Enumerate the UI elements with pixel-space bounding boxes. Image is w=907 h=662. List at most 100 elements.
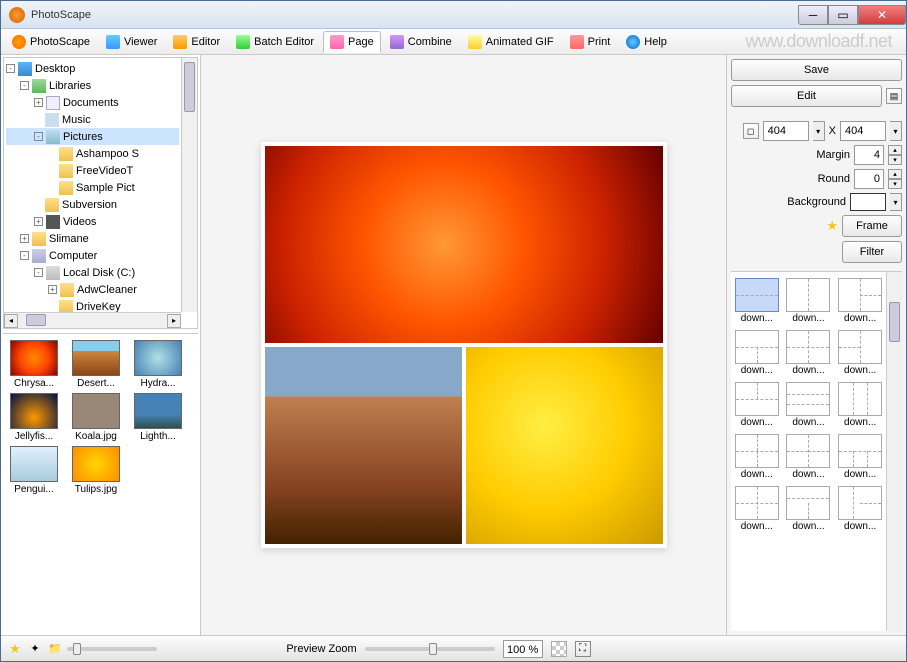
tree-node[interactable]: Sample Pict [6, 179, 179, 196]
tree-node[interactable]: -Computer [6, 247, 179, 264]
folder-tree[interactable]: -Desktop-Libraries+DocumentsMusic-Pictur… [4, 58, 181, 328]
expand-icon[interactable]: - [34, 132, 43, 141]
thumb-size-slider[interactable] [67, 647, 157, 651]
aspect-lock-icon[interactable]: ◻ [743, 123, 759, 139]
frame-button[interactable]: Frame [842, 215, 902, 237]
tree-node[interactable]: +Videos [6, 213, 179, 230]
scrollbar-thumb[interactable] [889, 302, 900, 342]
width-dropdown[interactable]: ▾ [813, 121, 825, 141]
thumbnail-item[interactable]: Koala.jpg [69, 393, 123, 442]
tree-node[interactable]: -Libraries [6, 77, 179, 94]
scroll-left-arrow[interactable]: ◂ [4, 314, 18, 328]
tree-node[interactable]: FreeVideoT [6, 162, 179, 179]
edit-button[interactable]: Edit [731, 85, 882, 107]
layout-template[interactable]: down... [785, 434, 833, 480]
scrollbar-thumb[interactable] [184, 62, 195, 112]
margin-up[interactable]: ▴ [888, 145, 902, 155]
tree-node[interactable]: -Pictures [6, 128, 179, 145]
tree-node[interactable]: Ashampoo S [6, 145, 179, 162]
tree-node[interactable]: Music [6, 111, 179, 128]
maximize-button[interactable]: ▭ [828, 5, 858, 25]
layout-template[interactable]: down... [836, 330, 884, 376]
expand-icon[interactable]: - [20, 81, 29, 90]
layout-template[interactable]: down... [733, 486, 781, 532]
layout-template[interactable]: down... [836, 486, 884, 532]
layout-template[interactable]: down... [836, 434, 884, 480]
tree-node[interactable]: -Desktop [6, 60, 179, 77]
height-input[interactable] [840, 121, 886, 141]
thumbnail-item[interactable]: Jellyfis... [7, 393, 61, 442]
folder-icon[interactable]: 📁 [47, 641, 63, 657]
tab-print[interactable]: Print [563, 31, 618, 53]
tree-scrollbar-horizontal[interactable]: ◂ ▸ [4, 312, 181, 328]
tab-page[interactable]: Page [323, 31, 381, 53]
background-dropdown[interactable]: ▾ [890, 193, 902, 211]
grid-toggle-icon[interactable]: ▤ [886, 88, 902, 104]
layout-template[interactable]: down... [836, 278, 884, 324]
round-up[interactable]: ▴ [888, 169, 902, 179]
canvas-cell-top[interactable] [265, 146, 663, 343]
tree-label: Local Disk (C:) [63, 267, 135, 279]
thumbnail-item[interactable]: Tulips.jpg [69, 446, 123, 495]
fullscreen-icon[interactable]: ⛶ [575, 641, 591, 657]
slider-knob[interactable] [73, 643, 81, 655]
tree-node[interactable]: +Documents [6, 94, 179, 111]
tab-help[interactable]: Help [619, 31, 674, 53]
layout-template[interactable]: down... [733, 330, 781, 376]
scroll-track[interactable] [18, 314, 167, 328]
layout-template[interactable]: down... [733, 434, 781, 480]
layout-template[interactable]: down... [785, 278, 833, 324]
tab-combine[interactable]: Combine [383, 31, 459, 53]
zoom-slider[interactable] [365, 647, 495, 651]
save-button[interactable]: Save [731, 59, 902, 81]
tab-batch-editor[interactable]: Batch Editor [229, 31, 321, 53]
round-input[interactable] [854, 169, 884, 189]
scrollbar-thumb[interactable] [26, 314, 46, 326]
tree-scrollbar-vertical[interactable] [181, 58, 197, 312]
tree-node[interactable]: Subversion [6, 196, 179, 213]
tree-node[interactable]: +AdwCleaner [6, 281, 179, 298]
canvas-cell-bottom-right[interactable] [466, 347, 663, 544]
layout-template[interactable]: down... [785, 382, 833, 428]
width-input[interactable] [763, 121, 809, 141]
thumbnail-item[interactable]: Hydra... [131, 340, 185, 389]
thumbnail-item[interactable]: Desert... [69, 340, 123, 389]
layout-template[interactable]: down... [733, 278, 781, 324]
thumbnail-item[interactable]: Pengui... [7, 446, 61, 495]
minimize-button[interactable]: ─ [798, 5, 828, 25]
tab-animated-gif[interactable]: Animated GIF [461, 31, 561, 53]
slider-knob[interactable] [429, 643, 437, 655]
thumbnail-item[interactable]: Chrysa... [7, 340, 61, 389]
tab-photoscape[interactable]: PhotoScape [5, 31, 97, 53]
expand-icon[interactable]: - [6, 64, 15, 73]
page-canvas[interactable] [261, 142, 667, 548]
expand-icon[interactable]: + [34, 98, 43, 107]
expand-icon[interactable]: + [34, 217, 43, 226]
canvas-cell-bottom-left[interactable] [265, 347, 462, 544]
tab-editor[interactable]: Editor [166, 31, 227, 53]
margin-down[interactable]: ▾ [888, 155, 902, 165]
layouts-scrollbar[interactable] [886, 272, 902, 631]
tree-node[interactable]: - Local Disk (C:) [6, 264, 179, 281]
tab-viewer[interactable]: Viewer [99, 31, 164, 53]
scroll-right-arrow[interactable]: ▸ [167, 314, 181, 328]
height-dropdown[interactable]: ▾ [890, 121, 902, 141]
expand-icon[interactable]: - [20, 251, 29, 260]
thumbnail-item[interactable]: Lighth... [131, 393, 185, 442]
layout-template[interactable]: down... [733, 382, 781, 428]
tree-node[interactable]: +Slimane [6, 230, 179, 247]
favorite-icon[interactable]: ★ [7, 641, 23, 657]
layout-template[interactable]: down... [836, 382, 884, 428]
background-color-swatch[interactable] [850, 193, 886, 211]
filter-button[interactable]: Filter [842, 241, 902, 263]
close-button[interactable]: ✕ [858, 5, 906, 25]
margin-input[interactable] [854, 145, 884, 165]
wand-icon[interactable]: ✦ [27, 641, 43, 657]
round-down[interactable]: ▾ [888, 179, 902, 189]
transparency-toggle-icon[interactable] [551, 641, 567, 657]
expand-icon[interactable]: - [34, 268, 43, 277]
expand-icon[interactable]: + [20, 234, 29, 243]
expand-icon[interactable]: + [48, 285, 57, 294]
layout-template[interactable]: down... [785, 330, 833, 376]
layout-template[interactable]: down... [785, 486, 833, 532]
